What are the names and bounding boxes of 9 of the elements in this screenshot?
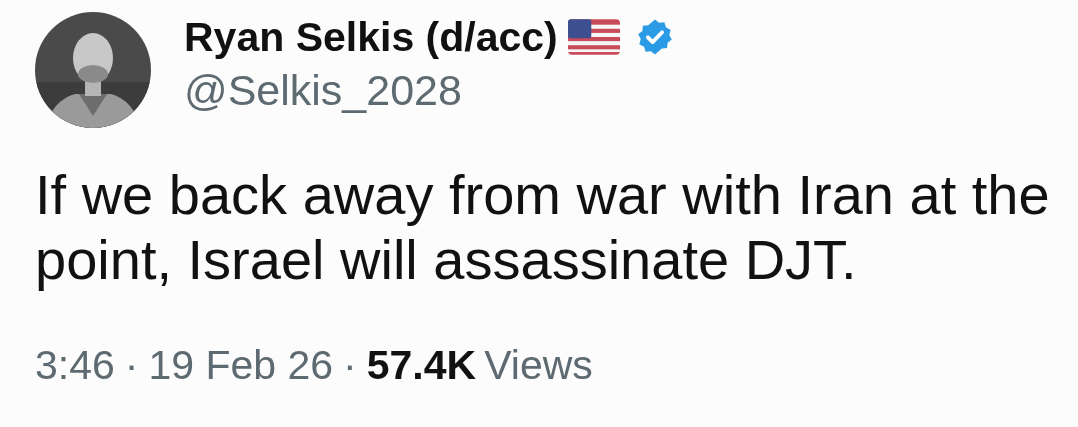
post-time: 3:46: [35, 342, 115, 388]
post-date: 19 Feb 26: [148, 342, 334, 388]
views-label: Views: [484, 342, 593, 388]
view-count: 57.4K: [366, 342, 477, 388]
separator-dot: ·: [343, 342, 357, 388]
separator-dot: ·: [124, 342, 139, 388]
tweet-text: If we back away from war with Iran at the point, Israel will assassinate DJT.: [35, 162, 1051, 292]
author-handle: @Selkis_2028: [184, 65, 462, 115]
author-name: Ryan Selkis (d/acc): [184, 13, 558, 61]
